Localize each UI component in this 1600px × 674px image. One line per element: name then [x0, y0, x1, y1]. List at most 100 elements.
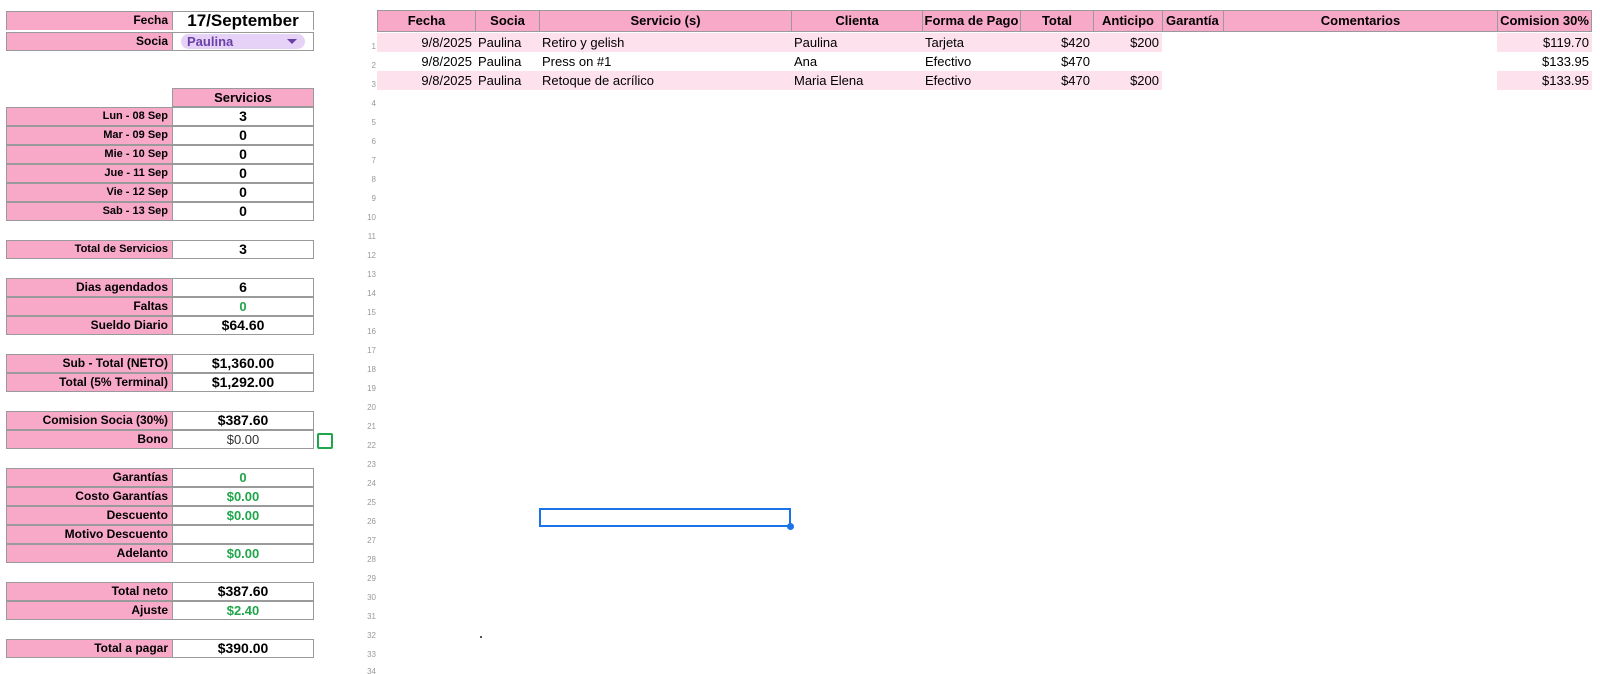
row-number[interactable]: 18 [358, 365, 376, 375]
descuento-value[interactable]: $0.00 [172, 506, 314, 525]
day-count[interactable]: 0 [172, 183, 314, 202]
ajuste-value[interactable]: $2.40 [172, 601, 314, 620]
day-count[interactable]: 0 [172, 126, 314, 145]
total-pagar-value[interactable]: $390.00 [172, 639, 314, 658]
row-number[interactable]: 8 [358, 175, 376, 185]
cell-total[interactable]: $470 [1020, 52, 1093, 71]
cell-garantia[interactable] [1162, 52, 1223, 71]
cell-servicio[interactable]: Press on #1 [539, 52, 791, 71]
total-neto-value[interactable]: $387.60 [172, 582, 314, 601]
col-header-total[interactable]: Total [1020, 10, 1093, 32]
adelanto-value[interactable]: $0.00 [172, 544, 314, 563]
socia-dropdown[interactable]: Paulina [181, 34, 305, 49]
fecha-value[interactable]: 17/September [172, 11, 314, 30]
cell-fecha[interactable]: 9/8/2025 [377, 33, 475, 52]
row-number[interactable]: 32 [358, 631, 376, 641]
cell-comision[interactable]: $133.95 [1497, 71, 1592, 90]
cell-anticipo[interactable]: $200 [1093, 71, 1162, 90]
cell-comentarios[interactable] [1223, 71, 1497, 90]
col-header-socia[interactable]: Socia [475, 10, 539, 32]
cell-fecha[interactable]: 9/8/2025 [377, 52, 475, 71]
garantias-value[interactable]: 0 [172, 468, 314, 487]
row-number[interactable]: 6 [358, 137, 376, 147]
day-count[interactable]: 0 [172, 164, 314, 183]
row-number[interactable]: 23 [358, 460, 376, 470]
cell-servicio[interactable]: Retoque de acrílico [539, 71, 791, 90]
col-header-comision[interactable]: Comision 30% [1497, 10, 1592, 32]
row-number[interactable]: 12 [358, 251, 376, 261]
row-number[interactable]: 9 [358, 194, 376, 204]
cell-total[interactable]: $470 [1020, 71, 1093, 90]
cell-clienta[interactable]: Maria Elena [791, 71, 922, 90]
col-header-comentarios[interactable]: Comentarios [1223, 10, 1497, 32]
day-count[interactable]: 3 [172, 107, 314, 126]
row-number[interactable]: 26 [358, 517, 376, 527]
row-number[interactable]: 34 [358, 667, 376, 674]
col-header-servicio[interactable]: Servicio (s) [539, 10, 791, 32]
cell-garantia[interactable] [1162, 71, 1223, 90]
cell-comentarios[interactable] [1223, 52, 1497, 71]
col-header-garantia[interactable]: Garantía [1162, 10, 1223, 32]
col-header-clienta[interactable]: Clienta [791, 10, 922, 32]
row-number[interactable]: 19 [358, 384, 376, 394]
day-count[interactable]: 0 [172, 202, 314, 221]
cell-anticipo[interactable]: $200 [1093, 33, 1162, 52]
day-count[interactable]: 0 [172, 145, 314, 164]
row-number[interactable]: 13 [358, 270, 376, 280]
cell-forma-pago[interactable]: Tarjeta [922, 33, 1020, 52]
cell-garantia[interactable] [1162, 33, 1223, 52]
cell-forma-pago[interactable]: Efectivo [922, 52, 1020, 71]
row-number[interactable]: 24 [358, 479, 376, 489]
cell-fecha[interactable]: 9/8/2025 [377, 71, 475, 90]
fill-handle[interactable] [787, 523, 794, 530]
row-number[interactable]: 30 [358, 593, 376, 603]
col-header-forma-pago[interactable]: Forma de Pago [922, 10, 1020, 32]
row-number[interactable]: 7 [358, 156, 376, 166]
cell-comision[interactable]: $119.70 [1497, 33, 1592, 52]
row-number[interactable]: 16 [358, 327, 376, 337]
row-number[interactable]: 14 [358, 289, 376, 299]
row-number[interactable]: 4 [358, 99, 376, 109]
cell-total[interactable]: $420 [1020, 33, 1093, 52]
row-number[interactable]: 2 [358, 61, 376, 71]
active-cell-selection[interactable] [539, 508, 791, 527]
col-header-fecha[interactable]: Fecha [377, 10, 475, 32]
socia-dropdown-cell[interactable]: Paulina [172, 32, 314, 51]
row-number[interactable]: 11 [358, 232, 376, 242]
row-number[interactable]: 22 [358, 441, 376, 451]
motivo-descuento-value[interactable] [172, 525, 314, 544]
row-number[interactable]: 20 [358, 403, 376, 413]
row-number[interactable]: 33 [358, 650, 376, 660]
cell-comision[interactable]: $133.95 [1497, 52, 1592, 71]
cell-socia[interactable]: Paulina [475, 71, 539, 90]
row-number[interactable]: 27 [358, 536, 376, 546]
row-number[interactable]: 21 [358, 422, 376, 432]
row-number[interactable]: 29 [358, 574, 376, 584]
checkbox-icon[interactable] [317, 433, 333, 449]
bono-value[interactable]: $0.00 [172, 430, 314, 449]
row-number[interactable]: 3 [358, 80, 376, 90]
comision-socia-value[interactable]: $387.60 [172, 411, 314, 430]
cell-clienta[interactable]: Ana [791, 52, 922, 71]
faltas-value[interactable]: 0 [172, 297, 314, 316]
total-servicios-value[interactable]: 3 [172, 240, 314, 259]
chevron-down-icon[interactable] [287, 39, 297, 44]
cell-socia[interactable]: Paulina [475, 33, 539, 52]
col-header-anticipo[interactable]: Anticipo [1093, 10, 1162, 32]
costo-garantias-value[interactable]: $0.00 [172, 487, 314, 506]
cell-anticipo[interactable] [1093, 52, 1162, 71]
cell-clienta[interactable]: Paulina [791, 33, 922, 52]
row-number[interactable]: 31 [358, 612, 376, 622]
cell-forma-pago[interactable]: Efectivo [922, 71, 1020, 90]
dias-agendados-value[interactable]: 6 [172, 278, 314, 297]
sueldo-diario-value[interactable]: $64.60 [172, 316, 314, 335]
cell-servicio[interactable]: Retiro y gelish [539, 33, 791, 52]
row-number[interactable]: 5 [358, 118, 376, 128]
row-number[interactable]: 15 [358, 308, 376, 318]
cell-socia[interactable]: Paulina [475, 52, 539, 71]
total-terminal-value[interactable]: $1,292.00 [172, 373, 314, 392]
row-number[interactable]: 10 [358, 213, 376, 223]
row-number[interactable]: 25 [358, 498, 376, 508]
cell-comentarios[interactable] [1223, 33, 1497, 52]
row-number[interactable]: 17 [358, 346, 376, 356]
